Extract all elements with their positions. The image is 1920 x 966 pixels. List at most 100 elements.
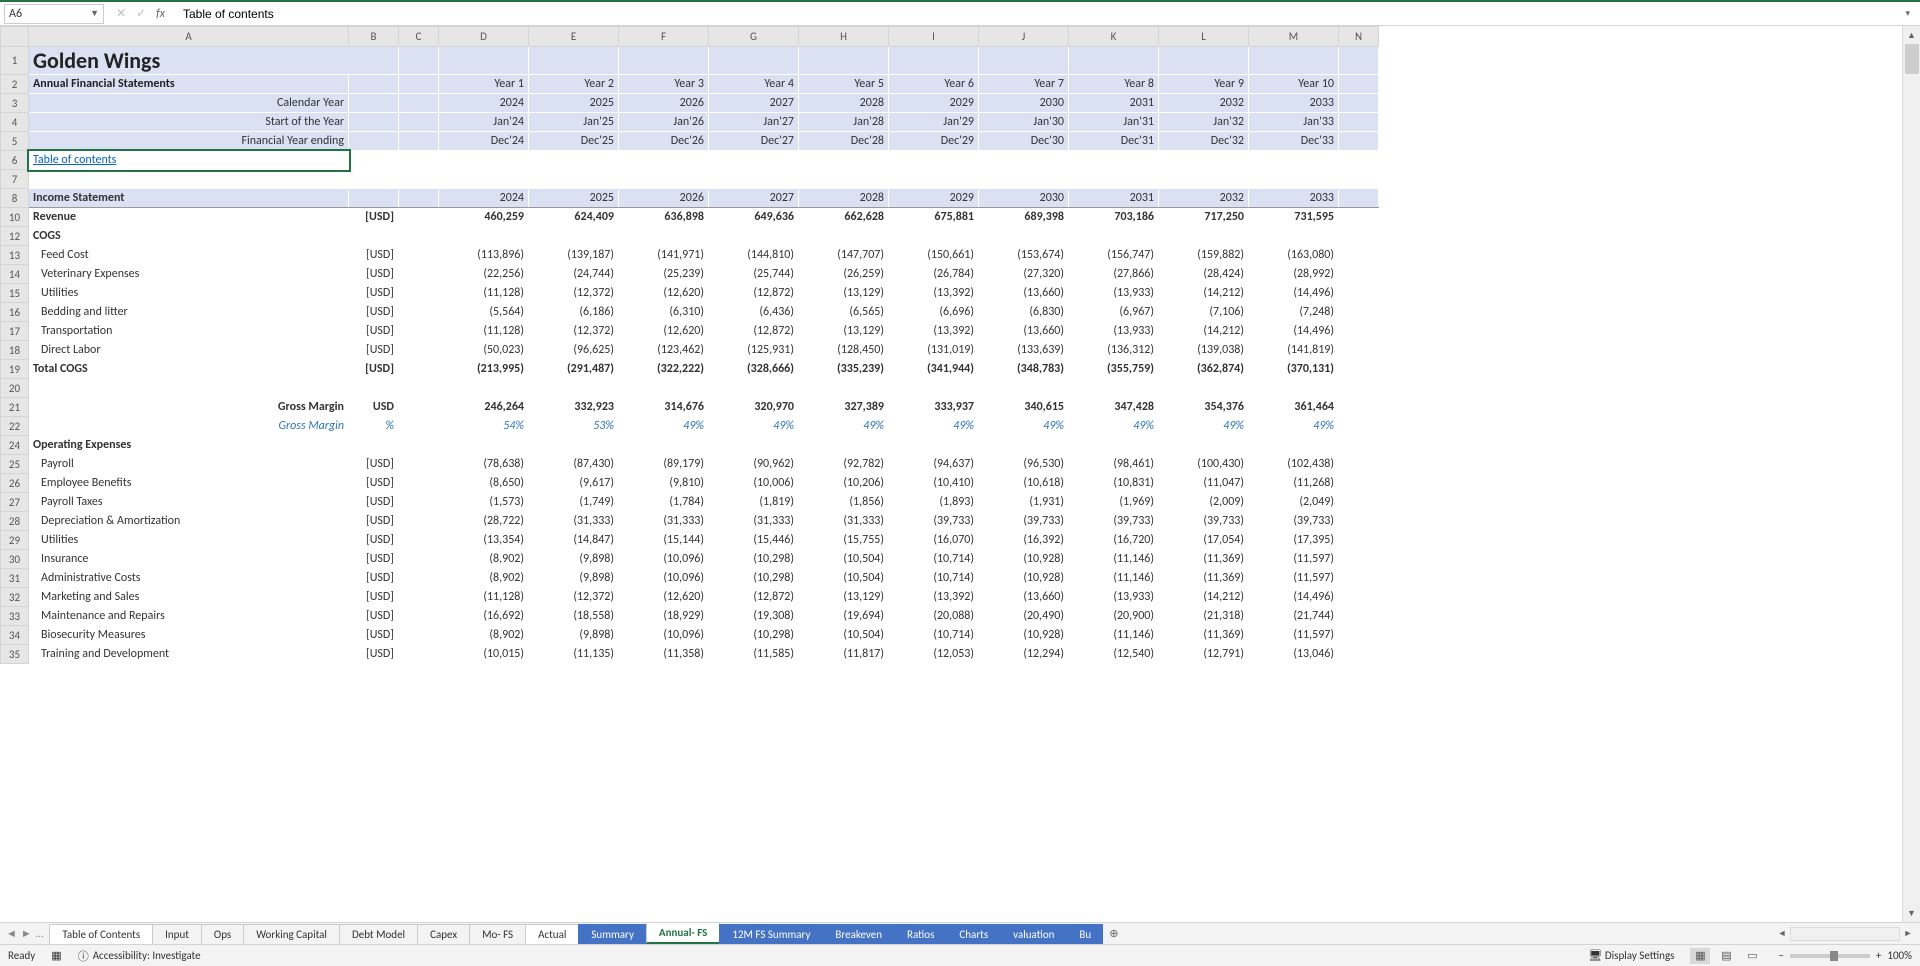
cell[interactable]: (150,661)	[889, 246, 979, 265]
cell[interactable]: Jan'26	[619, 113, 709, 132]
cell[interactable]	[889, 151, 979, 170]
expand-formula-icon[interactable]: ▾	[1899, 8, 1916, 19]
cell[interactable]	[979, 47, 1069, 75]
cogs-item[interactable]: Transportation	[29, 322, 349, 341]
cell[interactable]: (13,129)	[799, 284, 889, 303]
opex-label[interactable]: Operating Expenses	[29, 436, 349, 455]
unit[interactable]: [USD]	[349, 531, 399, 550]
cell[interactable]: Dec'26	[619, 132, 709, 151]
cell[interactable]: (19,694)	[799, 607, 889, 626]
cell[interactable]: (6,696)	[889, 303, 979, 322]
row-header[interactable]: 28	[1, 512, 29, 531]
cell[interactable]: (17,054)	[1159, 531, 1249, 550]
row-header[interactable]: 22	[1, 417, 29, 436]
cell[interactable]: (27,320)	[979, 265, 1069, 284]
gross-margin-label[interactable]: Gross Margin	[29, 398, 349, 417]
formula-input[interactable]	[177, 4, 1893, 24]
cell[interactable]: Jan'29	[889, 113, 979, 132]
cell[interactable]: (5,564)	[439, 303, 529, 322]
unit[interactable]: USD	[349, 398, 399, 417]
row-header[interactable]: 5	[1, 132, 29, 151]
cell[interactable]: 2027	[709, 94, 799, 113]
cell[interactable]: (96,530)	[979, 455, 1069, 474]
cell[interactable]: (123,462)	[619, 341, 709, 360]
cell[interactable]: (12,620)	[619, 322, 709, 341]
cell[interactable]: 2030	[979, 189, 1069, 208]
unit[interactable]: [USD]	[349, 322, 399, 341]
unit[interactable]: [USD]	[349, 493, 399, 512]
opex-item[interactable]: Training and Development	[29, 645, 349, 664]
cell[interactable]: (20,088)	[889, 607, 979, 626]
cell[interactable]	[709, 151, 799, 170]
cell[interactable]	[709, 227, 799, 246]
cell[interactable]: 49%	[889, 417, 979, 436]
row-header[interactable]: 15	[1, 284, 29, 303]
col-header[interactable]: K	[1069, 27, 1159, 47]
cell[interactable]: (11,128)	[439, 588, 529, 607]
section-income-statement[interactable]: Income Statement	[29, 189, 349, 208]
cell[interactable]: (26,259)	[799, 265, 889, 284]
row-header[interactable]: 27	[1, 493, 29, 512]
cell[interactable]: (13,354)	[439, 531, 529, 550]
cell[interactable]: (1,856)	[799, 493, 889, 512]
cell[interactable]: Year 8	[1069, 75, 1159, 94]
sheet-tab[interactable]: Summary	[578, 924, 647, 944]
spreadsheet-grid[interactable]: ABCDEFGHIJKLMN1Golden Wings2Annual Finan…	[0, 26, 1902, 922]
cell[interactable]: (6,186)	[529, 303, 619, 322]
cell[interactable]: (12,872)	[709, 322, 799, 341]
col-header[interactable]: N	[1339, 27, 1379, 47]
cell[interactable]: (12,620)	[619, 588, 709, 607]
cell[interactable]: 649,636	[709, 208, 799, 227]
cogs-label[interactable]: COGS	[29, 227, 349, 246]
cell[interactable]: (39,733)	[1159, 512, 1249, 531]
cell[interactable]: 340,615	[979, 398, 1069, 417]
cell[interactable]: (7,106)	[1159, 303, 1249, 322]
chevron-down-icon[interactable]: ▼	[90, 8, 99, 19]
cell[interactable]: (136,312)	[1069, 341, 1159, 360]
opex-item[interactable]: Depreciation & Amortization	[29, 512, 349, 531]
gross-margin-pct-label[interactable]: Gross Margin	[29, 417, 349, 436]
scroll-down-icon[interactable]: ▼	[1903, 904, 1920, 922]
cell[interactable]: 49%	[1069, 417, 1159, 436]
cell[interactable]: (11,047)	[1159, 474, 1249, 493]
col-header[interactable]: E	[529, 27, 619, 47]
row-header[interactable]: 13	[1, 246, 29, 265]
cell[interactable]: (133,639)	[979, 341, 1069, 360]
cell[interactable]: (348,783)	[979, 360, 1069, 379]
unit[interactable]: [USD]	[349, 626, 399, 645]
cell[interactable]: Jan'31	[1069, 113, 1159, 132]
cell[interactable]: (14,212)	[1159, 284, 1249, 303]
cell[interactable]: (6,967)	[1069, 303, 1159, 322]
cell[interactable]: 2028	[799, 94, 889, 113]
cell[interactable]: (87,430)	[529, 455, 619, 474]
row-header[interactable]: 35	[1, 645, 29, 664]
cell[interactable]: (16,720)	[1069, 531, 1159, 550]
cell[interactable]: (11,597)	[1249, 550, 1339, 569]
cell[interactable]: (11,369)	[1159, 626, 1249, 645]
opex-item[interactable]: Insurance	[29, 550, 349, 569]
tab-more-icon[interactable]: …	[36, 927, 44, 940]
cell[interactable]: (322,222)	[619, 360, 709, 379]
cell[interactable]: (28,992)	[1249, 265, 1339, 284]
row-header[interactable]: 3	[1, 94, 29, 113]
hscroll-right-icon[interactable]: ►	[1900, 928, 1916, 939]
cell[interactable]	[619, 151, 709, 170]
cell[interactable]: (102,438)	[1249, 455, 1339, 474]
cell[interactable]	[709, 170, 799, 189]
cell[interactable]: (15,144)	[619, 531, 709, 550]
cell[interactable]: 2033	[1249, 94, 1339, 113]
cell[interactable]: (14,496)	[1249, 588, 1339, 607]
row-header[interactable]: 1	[1, 47, 29, 75]
cell[interactable]	[439, 47, 529, 75]
cell[interactable]	[799, 379, 889, 398]
row-header[interactable]: 29	[1, 531, 29, 550]
cell[interactable]: 49%	[799, 417, 889, 436]
cell[interactable]: (6,565)	[799, 303, 889, 322]
cell[interactable]: (6,830)	[979, 303, 1069, 322]
cell[interactable]: Dec'28	[799, 132, 889, 151]
row-header[interactable]: 30	[1, 550, 29, 569]
cell[interactable]: (18,929)	[619, 607, 709, 626]
cell[interactable]: 2024	[439, 94, 529, 113]
fx-icon[interactable]: fx	[156, 7, 165, 21]
row-header[interactable]: 21	[1, 398, 29, 417]
